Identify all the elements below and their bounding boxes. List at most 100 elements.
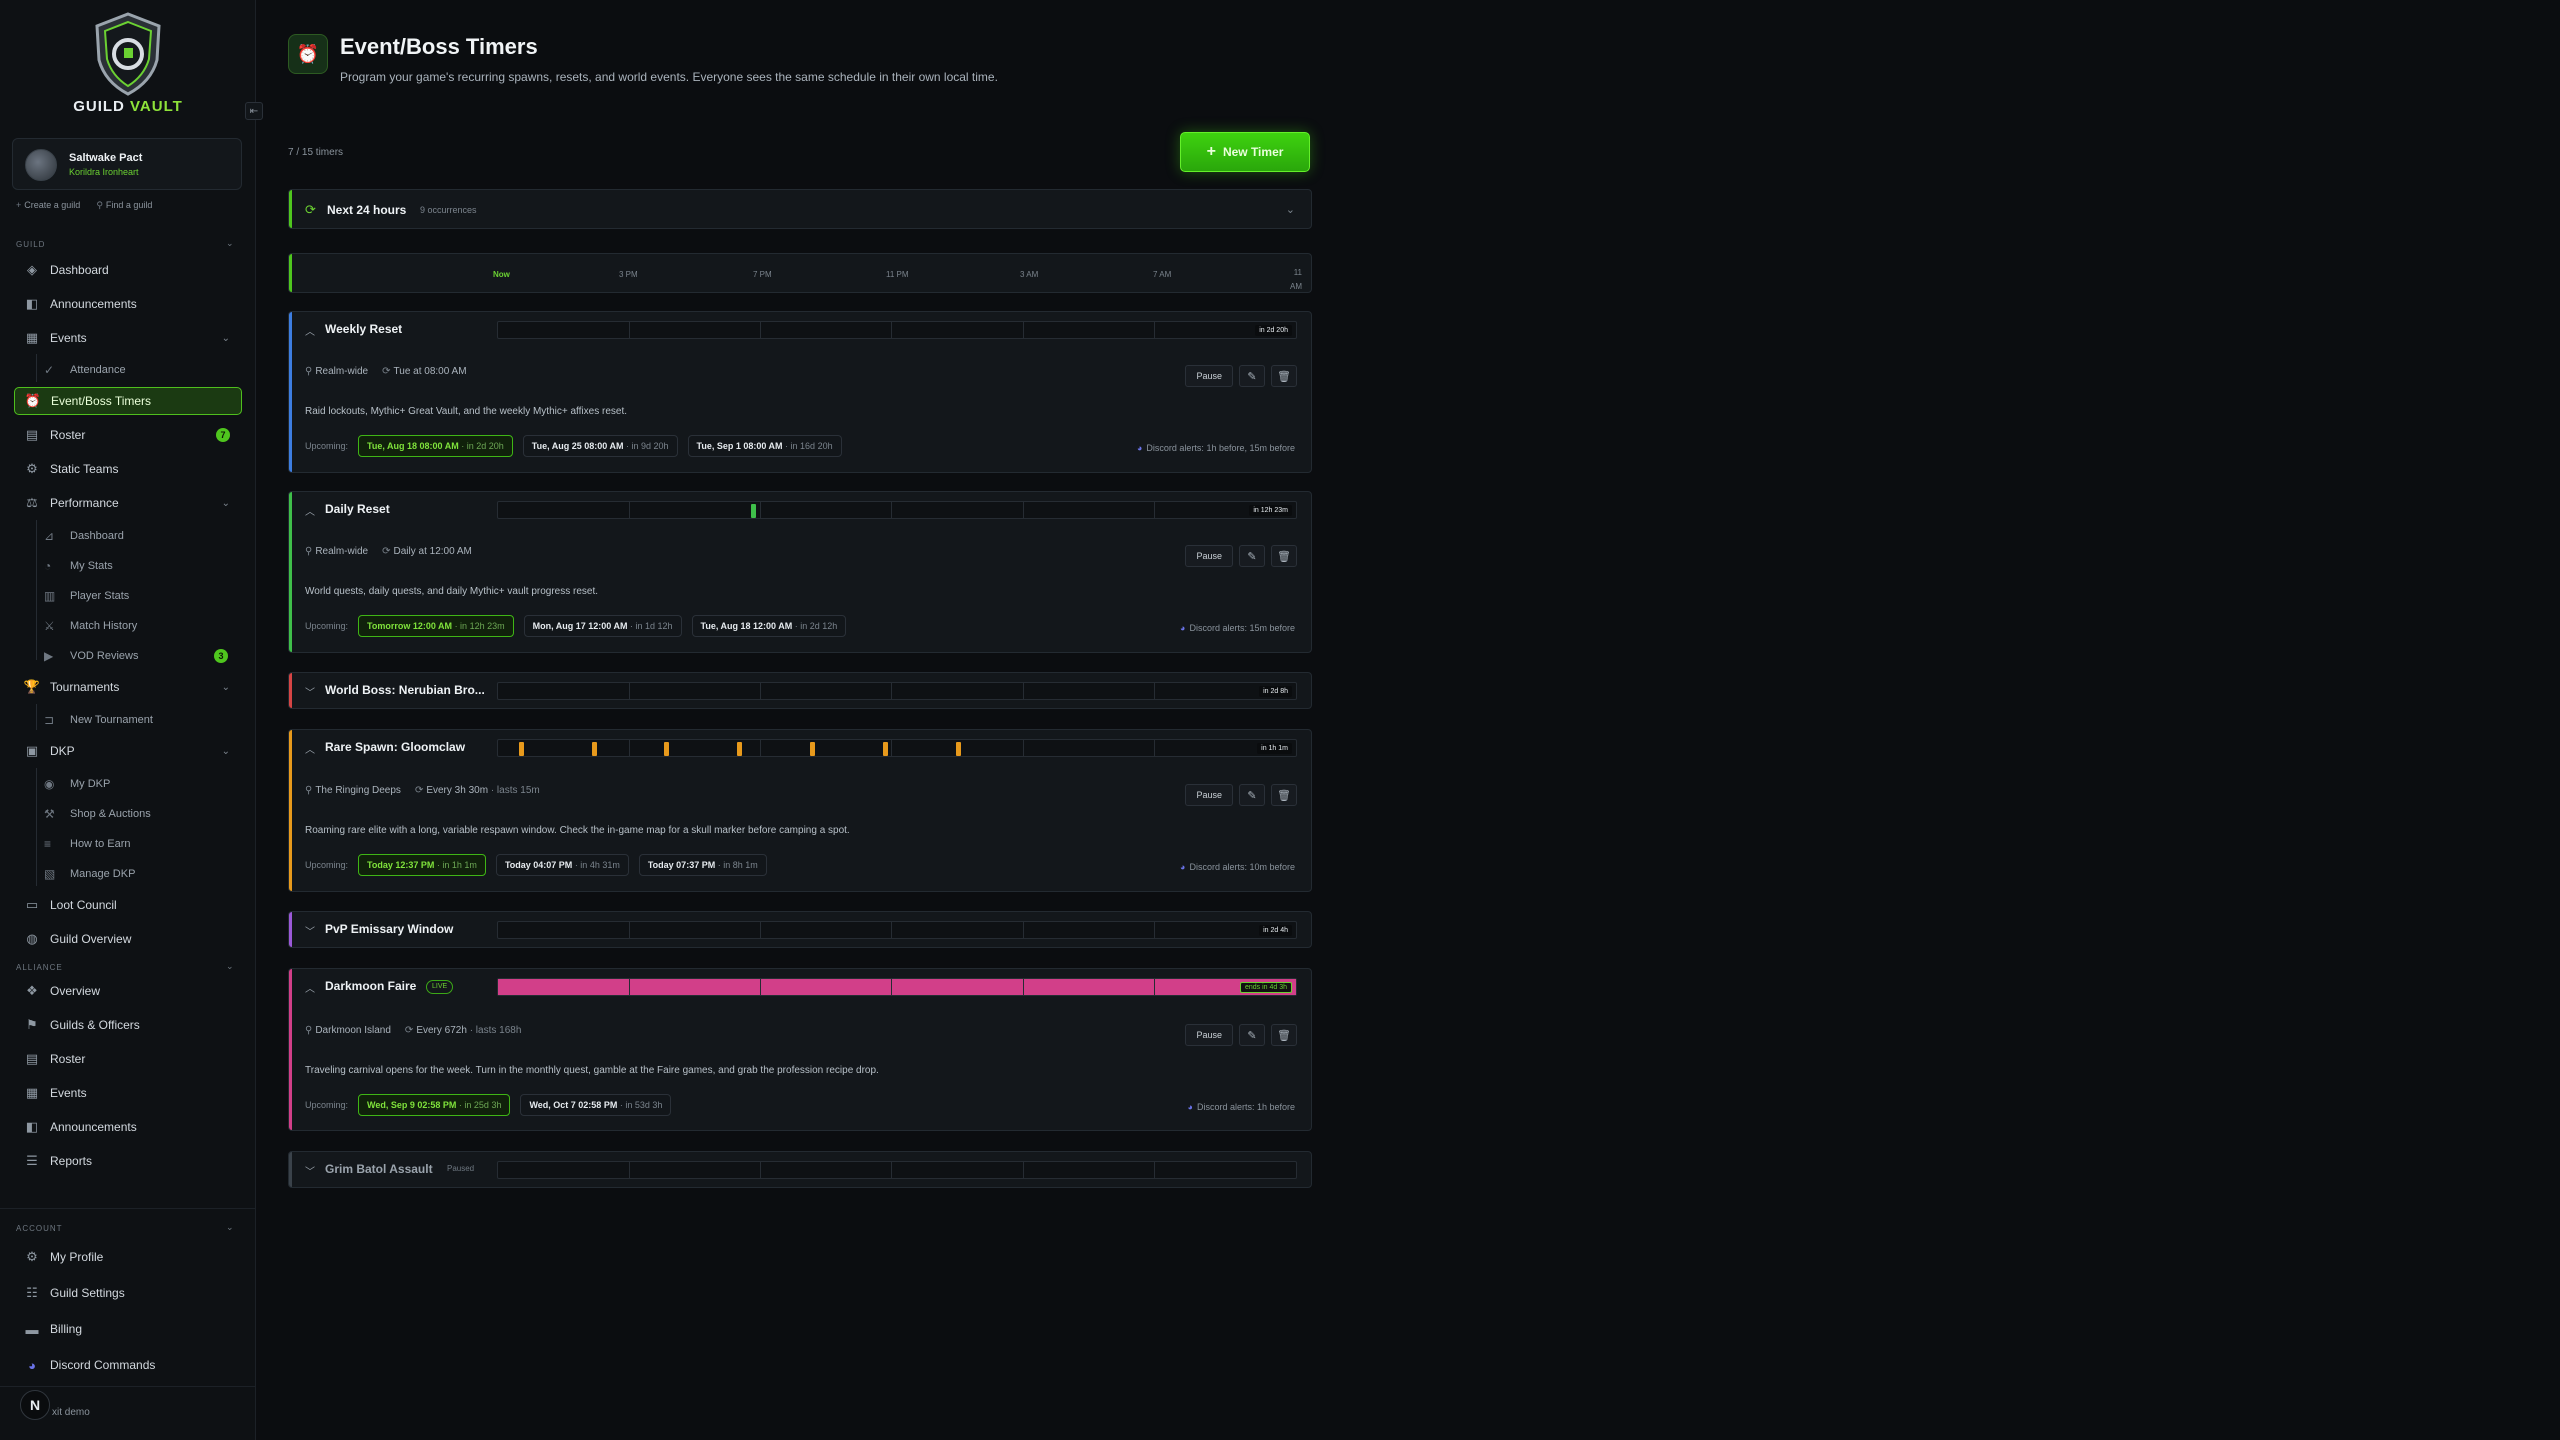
sidebar-item-guild-overview[interactable]: ◍ Guild Overview (14, 925, 242, 953)
occurrence-marker[interactable] (592, 742, 597, 756)
sidebar-item-loot-council[interactable]: ▭ Loot Council (14, 891, 242, 919)
guild-switcher[interactable]: Saltwake Pact Korildra Ironheart (12, 138, 242, 190)
repeat-icon: ⟳ (404, 1025, 414, 1036)
section-alliance-label: ALLIANCE (16, 963, 63, 972)
sidebar-item-events[interactable]: ▦ Events ⌄ (14, 324, 242, 352)
section-account-label: ACCOUNT (16, 1224, 63, 1233)
timer-header[interactable]: ︿ Darkmoon Faire LIVE ends in 4d 3h (289, 969, 1311, 1005)
timer-eta: in 2d 8h (1259, 686, 1292, 697)
chevron-down-icon[interactable]: ⌄ (1286, 203, 1295, 216)
user-label[interactable]: xit demo (52, 1407, 90, 1418)
occurrence-marker[interactable] (810, 742, 815, 756)
chevron-up-icon[interactable]: ︿ (305, 323, 315, 338)
user-avatar[interactable]: N (20, 1390, 50, 1420)
upcoming-chip[interactable]: Today 07:37 PM · in 8h 1m (638, 854, 767, 876)
trash-icon[interactable]: 🗑 (1271, 545, 1297, 567)
sidebar-item-vod-reviews[interactable]: ▶ VOD Reviews 3 (44, 644, 240, 668)
timer-header[interactable]: ︿ Weekly Reset in 2d 20h (289, 312, 1311, 348)
next-24-hours-panel[interactable]: ⟳ Next 24 hours 9 occurrences ⌄ (288, 189, 1312, 229)
upcoming-chip[interactable]: Wed, Sep 9 02:58 PM · in 25d 3h (358, 1094, 511, 1116)
chevron-down-icon[interactable]: ⌄ (226, 961, 234, 972)
upcoming-chip[interactable]: Wed, Oct 7 02:58 PM · in 53d 3h (520, 1094, 672, 1116)
sidebar-item-alliance-announcements[interactable]: ◧ Announcements (14, 1113, 242, 1141)
timer-header[interactable]: ﹀ World Boss: Nerubian Bro... in 2d 8h (289, 673, 1311, 708)
sidebar-item-reports[interactable]: ☰ Reports (14, 1147, 242, 1175)
trash-icon[interactable]: 🗑 (1271, 365, 1297, 387)
create-guild-link[interactable]: + Create a guild (16, 200, 80, 211)
sidebar-item-how-to-earn[interactable]: ≡ How to Earn (44, 832, 240, 856)
upcoming-chip[interactable]: Tue, Sep 1 08:00 AM · in 16d 20h (687, 435, 842, 457)
sidebar-item-perf-dashboard[interactable]: ⊿ Dashboard (44, 524, 240, 548)
occurrence-marker[interactable] (956, 742, 961, 756)
sidebar-item-new-tournament[interactable]: ⊐ New Tournament (44, 708, 240, 732)
chevron-up-icon[interactable]: ︿ (305, 980, 315, 995)
upcoming-chip[interactable]: Tue, Aug 18 08:00 AM · in 2d 20h (358, 435, 513, 457)
sidebar-item-alliance-roster[interactable]: ▤ Roster (14, 1045, 242, 1073)
pause-button[interactable]: Pause (1185, 545, 1233, 567)
trash-icon[interactable]: 🗑 (1271, 784, 1297, 806)
sidebar-item-billing[interactable]: ▬ Billing (14, 1315, 242, 1343)
sidebar-item-match-history[interactable]: ⚔ Match History (44, 614, 240, 638)
find-guild-link[interactable]: ⚲ Find a guild (96, 200, 152, 211)
sidebar-item-dkp[interactable]: ▣ DKP ⌄ (14, 737, 242, 765)
timer-header[interactable]: ﹀ Grim Batol Assault Paused (289, 1152, 1311, 1187)
sidebar-item-event-boss-timers[interactable]: ⏰ Event/Boss Timers (14, 387, 242, 415)
sidebar-item-my-dkp[interactable]: ◉ My DKP (44, 772, 240, 796)
sidebar-item-guild-settings[interactable]: ☷ Guild Settings (14, 1279, 242, 1307)
pause-button[interactable]: Pause (1185, 365, 1233, 387)
sidebar-item-roster[interactable]: ▤ Roster 7 (14, 421, 242, 449)
occurrence-marker[interactable] (883, 742, 888, 756)
upcoming-chip[interactable]: Today 04:07 PM · in 4h 31m (495, 854, 629, 876)
pause-button[interactable]: Pause (1185, 784, 1233, 806)
chevron-down-icon[interactable]: ﹀ (305, 1163, 315, 1178)
edit-icon[interactable]: ✎ (1239, 545, 1265, 567)
sidebar-item-performance[interactable]: ⚖ Performance ⌄ (14, 489, 242, 517)
upcoming-chip[interactable]: Mon, Aug 17 12:00 AM · in 1d 12h (523, 615, 682, 637)
occurrence-marker[interactable] (737, 742, 742, 756)
chevron-up-icon[interactable]: ︿ (305, 503, 315, 518)
discord-alerts: ◕ Discord alerts: 1h before (1187, 1102, 1295, 1112)
pause-button[interactable]: Pause (1185, 1024, 1233, 1046)
timer-header[interactable]: ︿ Rare Spawn: Gloomclaw in 1h 1m (289, 730, 1311, 766)
guild-vault-logo[interactable]: GUILD VAULT (64, 12, 192, 124)
sidebar-item-alliance-overview[interactable]: ❖ Overview (14, 977, 242, 1005)
chevron-down-icon[interactable]: ⌄ (226, 238, 234, 249)
sidebar-item-manage-dkp[interactable]: ▧ Manage DKP (44, 862, 240, 886)
sidebar-item-discord-commands[interactable]: ◕ Discord Commands (14, 1351, 242, 1379)
track-divider (891, 922, 892, 938)
sidebar-item-static-teams[interactable]: ⚙ Static Teams (14, 455, 242, 483)
chevron-down-icon[interactable]: ⌄ (226, 1222, 234, 1233)
trash-icon[interactable]: 🗑 (1271, 1024, 1297, 1046)
upcoming-chip[interactable]: Tue, Aug 25 08:00 AM · in 9d 20h (522, 435, 678, 457)
occurrence-marker[interactable] (751, 504, 756, 518)
timer-description: Roaming rare elite with a long, variable… (305, 825, 850, 836)
chevron-down-icon[interactable]: ﹀ (305, 923, 315, 938)
collapse-sidebar-icon[interactable]: ⇤ (245, 102, 263, 120)
timer-header[interactable]: ︿ Daily Reset in 12h 23m (289, 492, 1311, 528)
sidebar-item-dashboard[interactable]: ◈ Dashboard (14, 256, 242, 284)
edit-icon[interactable]: ✎ (1239, 365, 1265, 387)
edit-icon[interactable]: ✎ (1239, 784, 1265, 806)
track-divider (891, 502, 892, 518)
new-timer-button[interactable]: + New Timer (1180, 132, 1310, 172)
sidebar-item-tournaments[interactable]: 🏆 Tournaments ⌄ (14, 673, 242, 701)
upcoming-chip[interactable]: Tomorrow 12:00 AM · in 12h 23m (358, 615, 514, 637)
sidebar-item-attendance[interactable]: ✓ Attendance (44, 358, 240, 382)
sidebar-item-guilds-officers[interactable]: ⚑ Guilds & Officers (14, 1011, 242, 1039)
sidebar-item-announcements[interactable]: ◧ Announcements (14, 290, 242, 318)
upcoming-chip[interactable]: Tue, Aug 18 12:00 AM · in 2d 12h (691, 615, 847, 637)
discord-alerts: ◕ Discord alerts: 15m before (1180, 623, 1295, 633)
chevron-down-icon[interactable]: ﹀ (305, 684, 315, 699)
sidebar-item-my-profile[interactable]: ⚙ My Profile (14, 1243, 242, 1271)
edit-icon[interactable]: ✎ (1239, 1024, 1265, 1046)
timer-header[interactable]: ﹀ PvP Emissary Window in 2d 4h (289, 912, 1311, 947)
sidebar-item-player-stats[interactable]: ▥ Player Stats (44, 584, 240, 608)
occurrence-marker[interactable] (664, 742, 669, 756)
sidebar-item-shop-auctions[interactable]: ⚒ Shop & Auctions (44, 802, 240, 826)
timer-eta: in 12h 23m (1249, 505, 1292, 516)
occurrence-marker[interactable] (519, 742, 524, 756)
upcoming-chip[interactable]: Today 12:37 PM · in 1h 1m (358, 854, 486, 876)
chevron-up-icon[interactable]: ︿ (305, 741, 315, 756)
sidebar-item-alliance-events[interactable]: ▦ Events (14, 1079, 242, 1107)
sidebar-item-my-stats[interactable]: ◔ My Stats (44, 554, 240, 578)
